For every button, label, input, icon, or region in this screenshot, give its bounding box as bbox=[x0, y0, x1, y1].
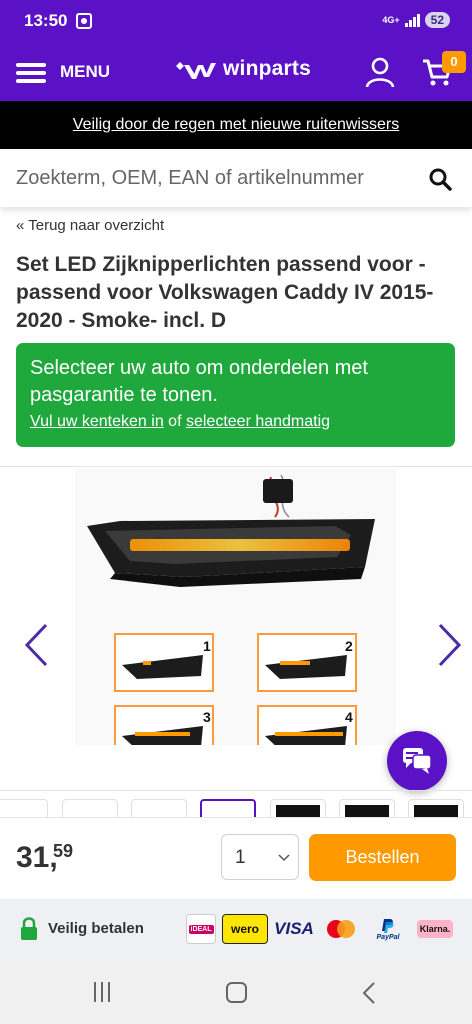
product-title: Set LED Zijknipperlichten passend voor -… bbox=[16, 253, 434, 332]
status-time: 13:50 bbox=[24, 11, 68, 30]
search-icon[interactable] bbox=[428, 167, 452, 191]
battery-level: 52 bbox=[424, 12, 450, 28]
back-icon[interactable] bbox=[359, 981, 381, 1005]
mastercard-logo bbox=[326, 914, 356, 944]
thumbnail-strip bbox=[0, 799, 472, 817]
chevron-down-icon bbox=[278, 854, 290, 862]
visa-logo: VISA bbox=[274, 919, 314, 938]
logo-mark-icon bbox=[176, 62, 216, 79]
chevron-left-icon[interactable] bbox=[22, 622, 50, 668]
price-integer: 31, bbox=[16, 841, 58, 874]
chat-button[interactable] bbox=[387, 731, 447, 791]
network-type: 4G+ bbox=[382, 14, 400, 25]
thumbnail[interactable] bbox=[408, 799, 464, 817]
signal-icon bbox=[404, 13, 420, 27]
ideal-logo: iDEAL bbox=[186, 914, 216, 944]
search-bar bbox=[0, 149, 472, 207]
select-manually-link[interactable]: selecteer handmatig bbox=[186, 413, 330, 430]
status-icons: 4G+ 52 bbox=[382, 12, 450, 28]
divider bbox=[0, 790, 472, 791]
thumb-label-4: 4 bbox=[345, 709, 353, 725]
vehicle-links-separator: of bbox=[168, 413, 182, 430]
ideal-logo-text: iDEAL bbox=[188, 924, 214, 934]
thumbnail[interactable] bbox=[0, 799, 48, 817]
wero-logo: wero bbox=[222, 914, 268, 944]
thumbnail[interactable] bbox=[62, 799, 118, 817]
home-icon[interactable] bbox=[226, 982, 247, 1003]
enter-plate-link[interactable]: Vul uw kenteken in bbox=[30, 413, 164, 430]
order-button[interactable]: Bestellen bbox=[309, 834, 456, 881]
promo-banner: Veilig door de regen met nieuwe ruitenwi… bbox=[0, 101, 472, 149]
cart-count-badge[interactable]: 0 bbox=[442, 51, 466, 73]
back-to-overview-link[interactable]: « Terug naar overzicht bbox=[16, 217, 164, 234]
thumbnail[interactable] bbox=[270, 799, 326, 817]
klarna-logo: Klarna. bbox=[417, 920, 453, 938]
thumb-label-1: 1 bbox=[203, 638, 211, 654]
price-decimal: 59 bbox=[53, 841, 74, 861]
screen-record-icon bbox=[76, 13, 92, 29]
vehicle-links: Vul uw kenteken in of selecteer handmati… bbox=[30, 413, 441, 431]
quantity-value: 1 bbox=[235, 847, 246, 868]
chat-icon bbox=[403, 748, 432, 774]
quantity-select[interactable]: 1 bbox=[221, 834, 299, 880]
vehicle-select-box: Selecteer uw auto om onderdelen met pasg… bbox=[16, 343, 455, 447]
buy-bar: 31, 59 1 Bestellen bbox=[0, 817, 472, 899]
mastercard-icon bbox=[327, 920, 355, 938]
secure-payment-label: Veilig betalen bbox=[48, 920, 144, 937]
recents-icon[interactable] bbox=[94, 982, 114, 1002]
site-header: MENU winparts 0 bbox=[0, 43, 472, 101]
thumbnail-active[interactable] bbox=[200, 799, 256, 817]
menu-icon[interactable] bbox=[16, 63, 46, 83]
thumbnail[interactable] bbox=[339, 799, 395, 817]
system-navigation-bar bbox=[0, 961, 472, 1024]
lock-icon bbox=[21, 917, 37, 940]
paypal-logo-text: PayPal bbox=[376, 933, 400, 941]
thumb-label-3: 3 bbox=[203, 709, 211, 725]
logo-text: winparts bbox=[223, 57, 311, 80]
menu-button-label[interactable]: MENU bbox=[60, 62, 110, 82]
paypal-icon bbox=[382, 918, 394, 933]
divider bbox=[0, 466, 472, 467]
promo-link[interactable]: Veilig door de regen met nieuwe ruitenwi… bbox=[73, 116, 399, 134]
thumb-label-2: 2 bbox=[345, 638, 353, 654]
payment-bar: Veilig betalen iDEAL wero VISA PayPal Kl… bbox=[0, 899, 472, 961]
product-photo: 1 2 3 4 bbox=[75, 469, 396, 745]
search-input[interactable] bbox=[16, 159, 416, 197]
chevron-right-icon[interactable] bbox=[436, 622, 464, 668]
product-image[interactable]: 1 2 3 4 bbox=[75, 469, 396, 745]
status-bar: 13:50 4G+ 52 bbox=[0, 0, 472, 43]
thumbnail[interactable] bbox=[131, 799, 187, 817]
winparts-logo[interactable]: winparts bbox=[175, 57, 311, 81]
paypal-logo: PayPal bbox=[372, 914, 404, 944]
vehicle-message: Selecteer uw auto om onderdelen met pasg… bbox=[30, 357, 368, 406]
user-icon[interactable] bbox=[364, 56, 396, 88]
